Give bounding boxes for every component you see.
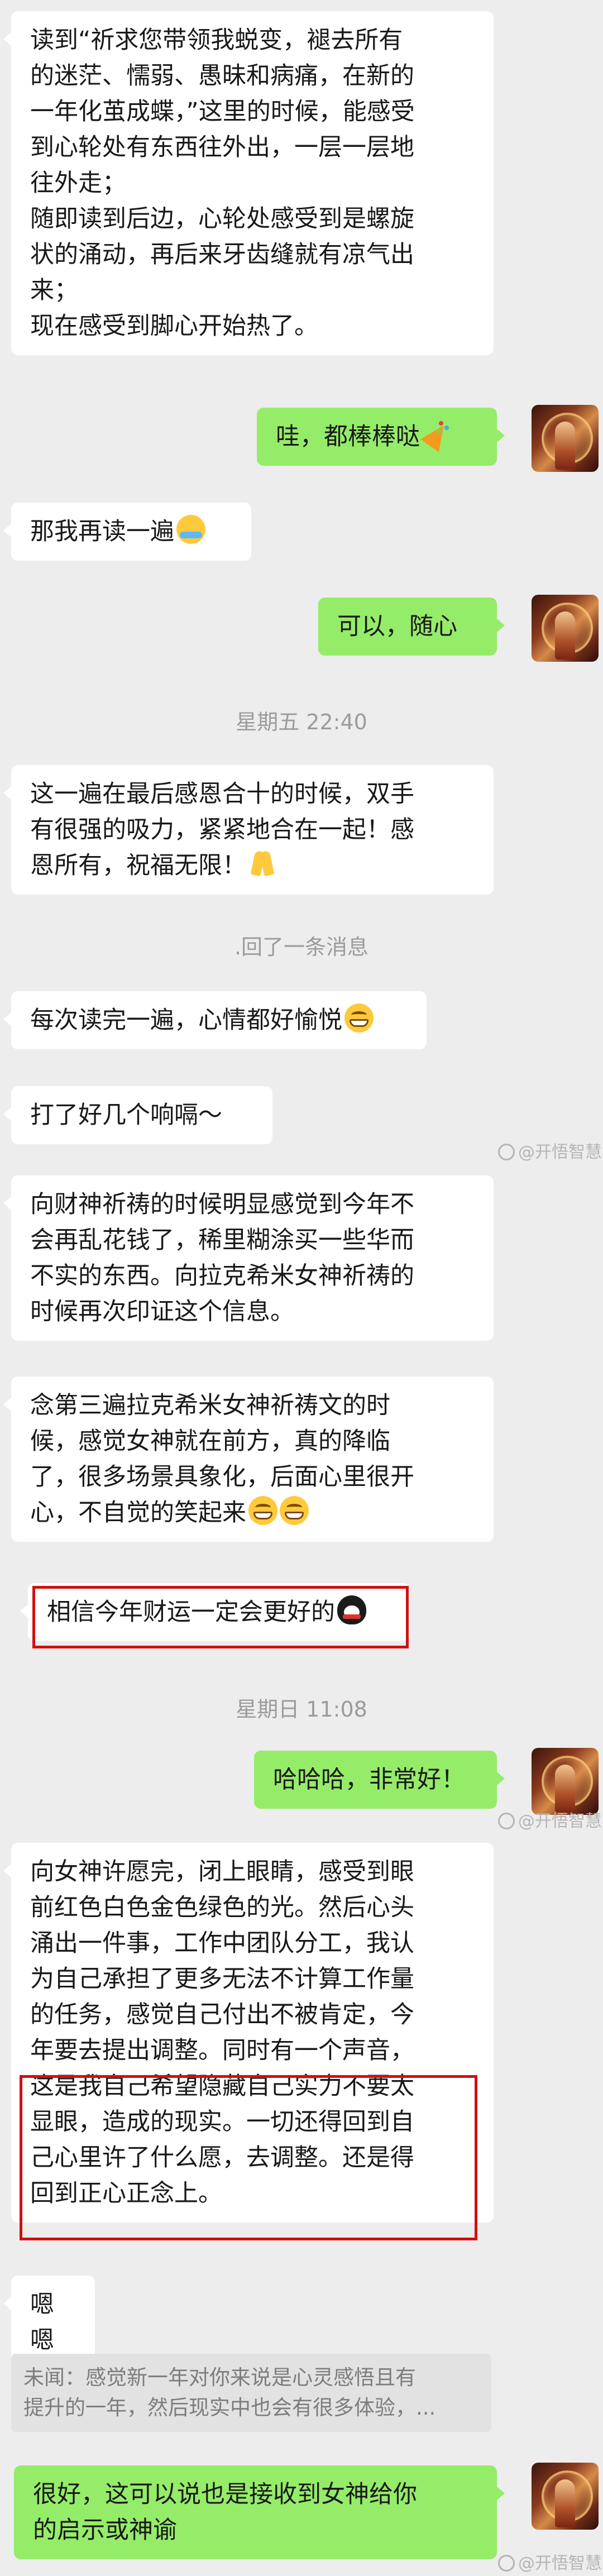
party-popper-emoji [422, 420, 451, 449]
watermark: @开悟智慧 [498, 2549, 602, 2574]
watermark: @开悟智慧 [498, 1807, 602, 1832]
message-text: 嗯嗯 [30, 2291, 54, 2354]
message-line-text: 心，不自觉的笑起来 [30, 1499, 246, 1527]
message-text: 可以，随心 [337, 613, 457, 641]
message-line: 状的涌动，再后来牙齿缝就有凉气出 [30, 241, 414, 269]
message-line: 的启示或神谕 [33, 2516, 177, 2544]
weibo-icon [498, 1813, 515, 1829]
message-line: 前红色白色金色绿色的光。然后心头 [30, 1894, 414, 1922]
message-line: 候，感觉女神就在前方，真的降临 [30, 1427, 390, 1455]
message-line: 向女神许愿完，闭上眼睛，感受到眼 [30, 1858, 414, 1886]
avatar[interactable] [532, 1748, 599, 1815]
message-line: 的迷茫、懦弱、愚昧和病痛，在新的 [30, 62, 414, 90]
message-bubble-incoming[interactable]: 打了好几个响嗝～ [3, 1086, 272, 1144]
message-bubble-incoming[interactable]: 念第三遍拉克希米女神祈祷文的时 候，感觉女神就在前方，真的降临 了，很多场景具象… [3, 1377, 494, 1542]
message-bubble-incoming[interactable]: 那我再读一遍 [3, 503, 251, 561]
watermark-text: @开悟智慧 [518, 2554, 602, 2573]
message-line: 心，不自觉的笑起来 [30, 1495, 475, 1531]
message-line: 来； [30, 276, 78, 304]
quote-line: 未闻：感觉新一年对你来说是心灵感悟且有 [23, 2365, 416, 2389]
message-line: 年要去提出调整。同时有一个声音， [30, 2037, 414, 2064]
grinning-emoji [344, 1003, 374, 1033]
message-bubble-incoming[interactable]: 读到“祈求您带领我蜕变，褪去所有 的迷茫、懦弱、愚昧和病痛，在新的 一年化茧成蝶… [3, 11, 494, 355]
avatar-figure [555, 1765, 575, 1813]
message-line: 这一遍在最后感恩合十的时候，双手 [30, 780, 414, 808]
message-bubble-outgoing[interactable]: 哇，都棒棒哒 [257, 408, 505, 466]
watermark: @开悟智慧 [498, 1138, 602, 1163]
quote-line: 提升的一年，然后现实中也会有很多体验，... [23, 2396, 436, 2420]
avatar[interactable] [532, 405, 599, 472]
message-bubble-incoming[interactable]: 向财神祈祷的时候明显感觉到今年不 会再乱花钱了，稀里糊涂买一些华而 不实的东西。… [3, 1175, 494, 1341]
message-bubble-outgoing[interactable]: 很好，这可以说也是接收到女神给你 的启示或神谕 [14, 2465, 505, 2559]
message-text: 那我再读一遍 [30, 518, 174, 546]
highlight-box [20, 2075, 477, 2240]
laughing-tears-emoji [176, 515, 205, 544]
message-bubble-incoming[interactable]: 每次读完一遍，心情都好愉悦 [3, 991, 427, 1049]
recall-notice: .回了一条消息 [234, 935, 369, 959]
message-line-text: 恩所有，祝福无限！ [30, 852, 246, 880]
message-line: 念第三遍拉克希米女神祈祷文的时 [30, 1392, 390, 1420]
message-line: 涌出一件事，工作中团队分工，我认 [30, 1929, 414, 1957]
message-text: 哇，都棒棒哒 [276, 423, 420, 451]
grinning-emoji [248, 1496, 277, 1525]
message-bubble-incoming[interactable]: 这一遍在最后感恩合十的时候，双手 有很强的吸力，紧紧地合在一起！感 恩所有，祝福… [3, 765, 494, 895]
message-line: 往外走； [30, 169, 126, 197]
avatar[interactable] [532, 595, 599, 662]
message-line: 到心轮处有东西往外出，一层一层地 [30, 133, 414, 161]
message-line: 会再乱花钱了，稀里糊涂买一些华而 [30, 1226, 414, 1254]
avatar-figure [555, 611, 575, 659]
message-text: 每次读完一遍，心情都好愉悦 [30, 1006, 342, 1034]
message-text: 打了好几个响嗝～ [30, 1101, 222, 1129]
message-line: 恩所有，祝福无限！ [30, 848, 475, 883]
message-line: 为自己承担了更多无法不计算工作量 [30, 1965, 414, 1993]
message-line: 一年化茧成蝶，”这里的时候，能感受 [30, 98, 415, 126]
watermark-text: @开悟智慧 [518, 1143, 602, 1162]
message-line: 很好，这可以说也是接收到女神给你 [33, 2481, 417, 2508]
message-line: 随即读到后边，心轮处感受到是螺旋 [30, 205, 414, 233]
message-line: 了，很多场景具象化，后面心里很开 [30, 1463, 414, 1491]
watermark-text: @开悟智慧 [518, 1812, 602, 1831]
message-line: 的任务，感觉自己付出不被肯定，今 [30, 2001, 414, 2029]
timestamp: 星期日 11:08 [236, 1697, 367, 1722]
highlight-box [32, 1586, 409, 1648]
message-text: 哈哈哈，非常好！ [273, 1766, 465, 1794]
weibo-icon [498, 2555, 515, 2572]
message-line: 现在感受到脚心开始热了。 [30, 312, 318, 340]
message-bubble-outgoing[interactable]: 哈哈哈，非常好！ [254, 1751, 505, 1809]
avatar[interactable] [532, 2463, 599, 2530]
avatar-figure [555, 2479, 575, 2527]
message-line: 时候再次印证这个信息。 [30, 1298, 294, 1326]
avatar-figure [555, 422, 575, 470]
message-line: 读到“祈求您带领我蜕变，褪去所有 [30, 26, 403, 54]
praying-hands-emoji [248, 849, 277, 878]
timestamp: 星期五 22:40 [236, 710, 367, 734]
grinning-emoji [280, 1496, 309, 1525]
weibo-icon [498, 1144, 515, 1160]
message-line: 向财神祈祷的时候明显感觉到今年不 [30, 1191, 414, 1218]
message-line: 有很强的吸力，紧紧地合在一起！感 [30, 816, 414, 844]
message-bubble-outgoing[interactable]: 可以，随心 [318, 598, 505, 656]
quoted-message[interactable]: 未闻：感觉新一年对你来说是心灵感悟且有 提升的一年，然后现实中也会有很多体验，.… [11, 2354, 491, 2432]
message-line: 不实的东西。向拉克希米女神祈祷的 [30, 1262, 414, 1290]
